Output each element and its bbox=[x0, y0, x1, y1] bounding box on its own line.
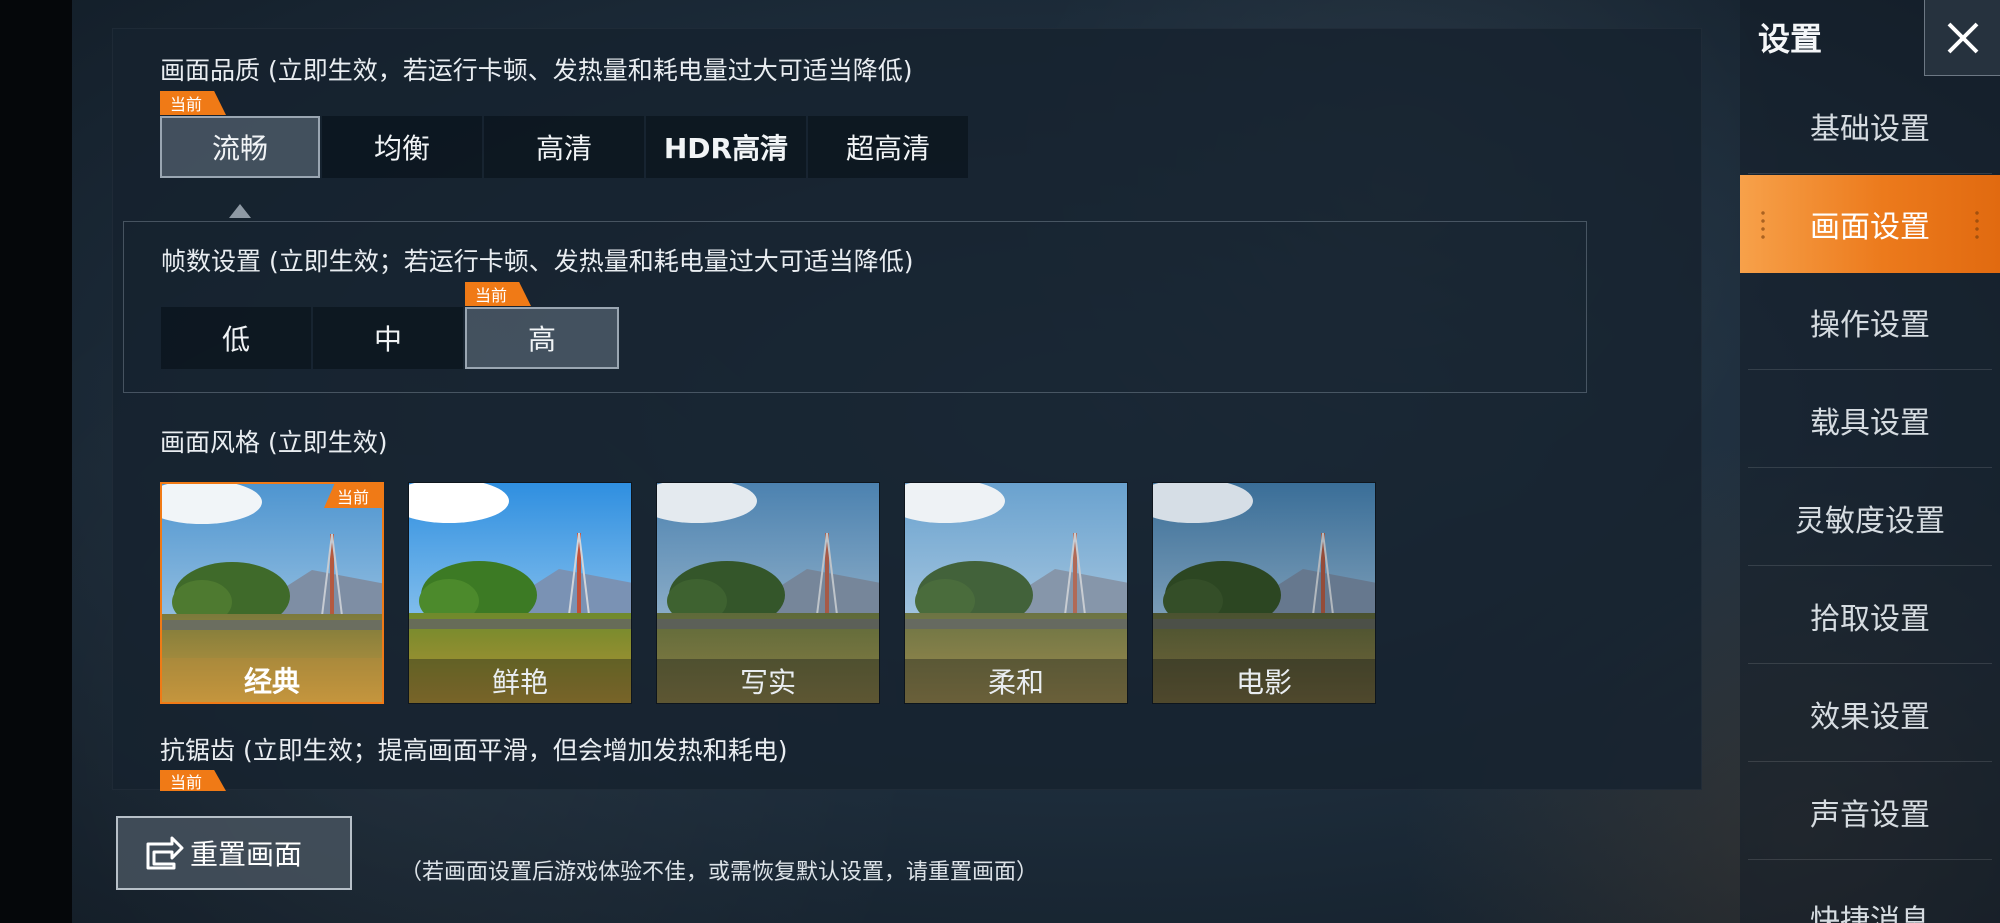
antialias-title: 抗锯齿 (立即生效；提高画面平滑，但会增加发热和耗电) bbox=[160, 736, 788, 765]
fps-option-high[interactable]: 高 bbox=[465, 307, 619, 369]
close-button[interactable] bbox=[1924, 0, 2000, 76]
fps-option-low[interactable]: 低 bbox=[161, 307, 311, 369]
style-options: 当前 经典 鲜艳 写实 柔和 电影 bbox=[160, 482, 1400, 704]
style-option-cinematic[interactable]: 电影 bbox=[1152, 482, 1376, 704]
style-label-soft: 柔和 bbox=[905, 659, 1127, 703]
style-label-realistic: 写实 bbox=[657, 659, 879, 703]
reset-arrow-icon bbox=[146, 836, 184, 870]
reset-graphics-button[interactable]: 重置画面 bbox=[116, 816, 352, 890]
nav-item-graphics[interactable]: 画面设置 bbox=[1740, 175, 2000, 273]
quality-option-hd[interactable]: 高清 bbox=[484, 116, 644, 178]
style-option-realistic[interactable]: 写实 bbox=[656, 482, 880, 704]
style-label-classic: 经典 bbox=[162, 658, 382, 702]
fps-option-medium[interactable]: 中 bbox=[313, 307, 463, 369]
fps-options: 低 中 高 bbox=[161, 307, 621, 369]
nav-item-sensitivity[interactable]: 灵敏度设置 bbox=[1748, 470, 1992, 566]
decor-dots bbox=[1974, 209, 1980, 239]
selection-pointer bbox=[229, 204, 251, 218]
quality-title: 画面品质 (立即生效，若运行卡顿、发热量和耗电量过大可适当降低) bbox=[160, 56, 913, 85]
quality-options: 流畅 均衡 高清 HDR高清 超高清 bbox=[160, 116, 970, 178]
nav-item-pickup[interactable]: 拾取设置 bbox=[1748, 568, 1992, 664]
style-label-vivid: 鲜艳 bbox=[409, 659, 631, 703]
nav-item-quick-messages[interactable]: 快捷消息 bbox=[1748, 862, 1992, 923]
fps-current-tag: 当前 bbox=[465, 282, 531, 306]
settings-title: 设置 bbox=[1758, 20, 1823, 58]
quality-option-ultra-hd[interactable]: 超高清 bbox=[808, 116, 968, 178]
fps-title: 帧数设置 (立即生效；若运行卡顿、发热量和耗电量过大可适当降低) bbox=[161, 247, 914, 276]
nav-item-vehicle[interactable]: 载具设置 bbox=[1748, 372, 1992, 468]
antialias-current-tag: 当前 bbox=[160, 770, 226, 791]
nav-item-graphics-label: 画面设置 bbox=[1810, 210, 1930, 245]
left-edge bbox=[0, 0, 72, 923]
reset-graphics-label: 重置画面 bbox=[190, 838, 303, 871]
quality-option-balanced[interactable]: 均衡 bbox=[322, 116, 482, 178]
nav-item-controls[interactable]: 操作设置 bbox=[1748, 274, 1992, 370]
fps-section: 帧数设置 (立即生效；若运行卡顿、发热量和耗电量过大可适当降低) 当前 低 中 … bbox=[123, 221, 1587, 393]
style-option-classic[interactable]: 当前 经典 bbox=[160, 482, 384, 704]
reset-hint: （若画面设置后游戏体验不佳，或需恢复默认设置，请重置画面） bbox=[400, 860, 1039, 885]
close-icon bbox=[1947, 22, 1978, 53]
style-label-cinematic: 电影 bbox=[1153, 659, 1375, 703]
style-option-vivid[interactable]: 鲜艳 bbox=[408, 482, 632, 704]
decor-dots bbox=[1760, 209, 1766, 239]
nav-item-audio[interactable]: 声音设置 bbox=[1748, 764, 1992, 860]
quality-option-smooth[interactable]: 流畅 bbox=[160, 116, 320, 178]
style-option-soft[interactable]: 柔和 bbox=[904, 482, 1128, 704]
quality-current-tag: 当前 bbox=[160, 91, 226, 115]
style-title: 画面风格 (立即生效) bbox=[160, 428, 388, 457]
quality-option-hdr-hd[interactable]: HDR高清 bbox=[646, 116, 806, 178]
nav-item-basic[interactable]: 基础设置 bbox=[1748, 78, 1992, 174]
nav-item-effects[interactable]: 效果设置 bbox=[1748, 666, 1992, 762]
